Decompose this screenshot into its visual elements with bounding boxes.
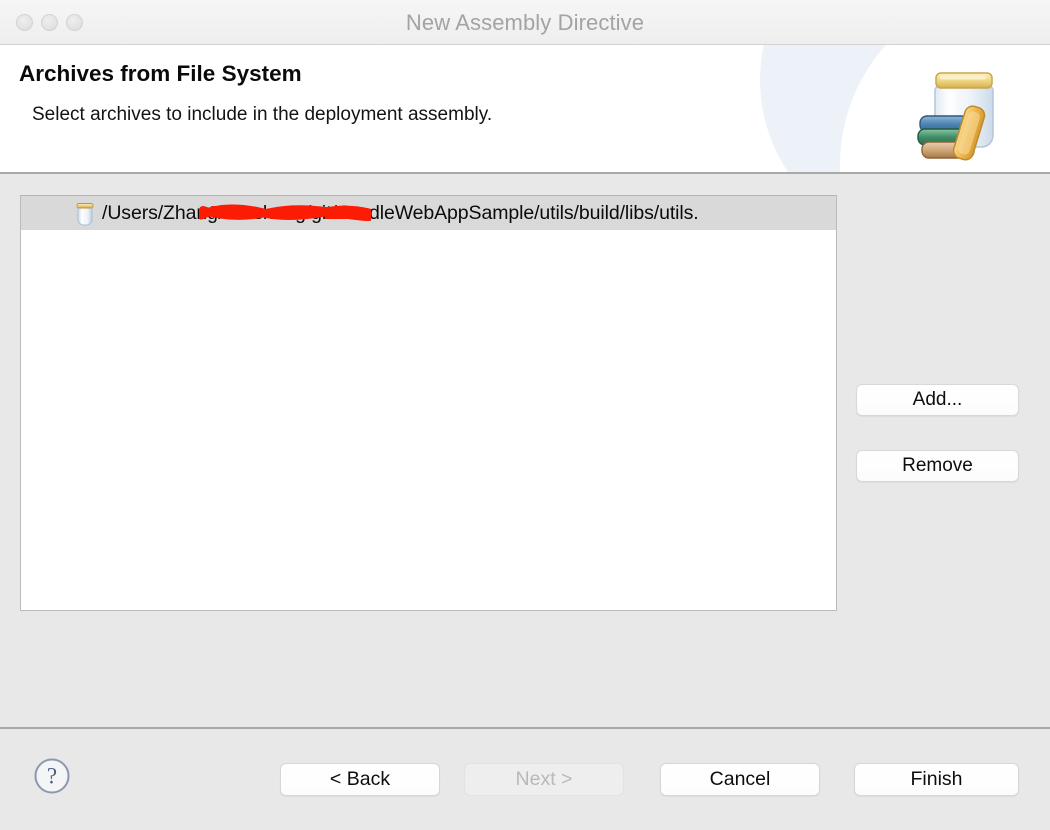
list-item[interactable]: /Users/Zhangxiansheng/git/GradleWebAppSa… [21, 196, 836, 230]
remove-button[interactable]: Remove [856, 450, 1019, 482]
help-question-icon[interactable]: ? [33, 757, 71, 795]
archives-list[interactable]: /Users/Zhangxiansheng/git/GradleWebAppSa… [20, 195, 837, 611]
page-title: Archives from File System [19, 61, 302, 86]
new-assembly-directive-dialog: New Assembly Directive Archives from Fil… [0, 0, 1050, 830]
finish-button[interactable]: Finish [854, 763, 1019, 796]
archive-path: /Users/Zhangxiansheng/git/GradleWebAppSa… [102, 202, 699, 224]
jar-icon [74, 201, 96, 227]
back-button[interactable]: < Back [280, 763, 440, 796]
dialog-footer: ? < Back Next > Cancel Finish [0, 727, 1050, 830]
wizard-header: Archives from File System Select archive… [0, 45, 1050, 173]
next-button: Next > [464, 763, 624, 796]
window-titlebar: New Assembly Directive [0, 0, 1050, 45]
dialog-body: /Users/Zhangxiansheng/git/GradleWebAppSa… [0, 174, 1050, 727]
page-subtitle: Select archives to include in the deploy… [32, 104, 493, 125]
svg-text:?: ? [47, 764, 57, 789]
cancel-button[interactable]: Cancel [660, 763, 820, 796]
window-title: New Assembly Directive [405, 10, 645, 35]
add-button[interactable]: Add... [856, 384, 1019, 416]
jar-of-archives-icon [910, 59, 1018, 163]
